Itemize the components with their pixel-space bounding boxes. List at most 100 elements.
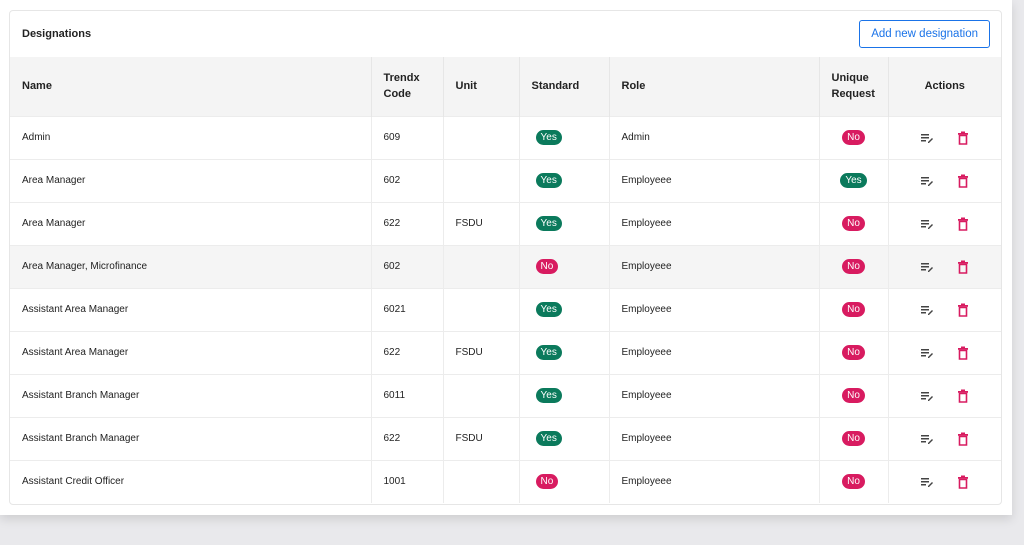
column-header-unique-request: Unique Request (819, 57, 889, 116)
cell-role: Employeee (609, 287, 820, 331)
cell-unique-request: Yes (819, 158, 889, 202)
unique-request-badge: No (842, 474, 865, 489)
unique-request-badge: No (842, 130, 865, 145)
cell-actions (888, 287, 1001, 331)
trash-icon[interactable] (955, 388, 971, 404)
unique-request-badge: No (842, 388, 865, 403)
cell-unique-request: No (819, 330, 889, 374)
edit-list-icon[interactable] (919, 302, 935, 318)
cell-actions (888, 244, 1001, 288)
edit-list-icon[interactable] (919, 173, 935, 189)
table-row: Admin 609 Yes Admin No (10, 115, 1001, 159)
cell-trendx-code: 622 (371, 201, 444, 245)
cell-unit (443, 373, 520, 417)
cell-name: Assistant Branch Manager (10, 373, 372, 417)
standard-badge: Yes (535, 431, 562, 446)
trash-icon[interactable] (955, 130, 971, 146)
trash-icon[interactable] (955, 474, 971, 490)
cell-role: Employeee (609, 244, 820, 288)
cell-standard: Yes (519, 115, 610, 159)
cell-role: Employeee (609, 201, 820, 245)
edit-list-icon[interactable] (919, 388, 935, 404)
standard-badge: No (535, 259, 559, 274)
cell-standard: Yes (519, 373, 610, 417)
designations-card: Designations Add new designation Name Tr… (0, 0, 1012, 515)
cell-actions (888, 158, 1001, 202)
cell-actions (888, 459, 1001, 503)
unique-request-badge: No (842, 345, 865, 360)
cell-standard: Yes (519, 158, 610, 202)
unique-request-badge: Yes (840, 173, 867, 188)
row-actions (901, 388, 990, 404)
cell-trendx-code: 622 (371, 416, 444, 460)
table-row: Area Manager 622 FSDU Yes Employeee No (10, 201, 1001, 245)
standard-badge: Yes (535, 216, 562, 231)
standard-badge: Yes (535, 388, 562, 403)
trash-icon[interactable] (955, 173, 971, 189)
cell-trendx-code: 609 (371, 115, 444, 159)
cell-unique-request: No (819, 115, 889, 159)
edit-list-icon[interactable] (919, 474, 935, 490)
cell-unique-request: No (819, 373, 889, 417)
column-header-role: Role (609, 57, 820, 116)
unique-request-badge: No (842, 302, 865, 317)
cell-name: Assistant Branch Manager (10, 416, 372, 460)
table-row: Assistant Area Manager 6021 Yes Employee… (10, 287, 1001, 331)
trash-icon[interactable] (955, 216, 971, 232)
cell-unique-request: No (819, 244, 889, 288)
cell-unit (443, 459, 520, 503)
standard-badge: Yes (535, 130, 562, 145)
cell-standard: Yes (519, 330, 610, 374)
cell-name: Area Manager, Microfinance (10, 244, 372, 288)
column-header-unit: Unit (443, 57, 520, 116)
cell-standard: Yes (519, 416, 610, 460)
cell-unit: FSDU (443, 201, 520, 245)
cell-unit (443, 244, 520, 288)
standard-badge: Yes (535, 302, 562, 317)
trash-icon[interactable] (955, 345, 971, 361)
cell-trendx-code: 6021 (371, 287, 444, 331)
edit-list-icon[interactable] (919, 345, 935, 361)
cell-actions (888, 201, 1001, 245)
edit-list-icon[interactable] (919, 259, 935, 275)
cell-role: Admin (609, 115, 820, 159)
cell-trendx-code: 602 (371, 158, 444, 202)
trash-icon[interactable] (955, 302, 971, 318)
row-actions (901, 216, 990, 232)
add-new-designation-button[interactable]: Add new designation (859, 20, 990, 48)
cell-actions (888, 373, 1001, 417)
cell-role: Employeee (609, 416, 820, 460)
cell-standard: No (519, 244, 610, 288)
cell-unique-request: No (819, 459, 889, 503)
edit-list-icon[interactable] (919, 431, 935, 447)
cell-role: Employeee (609, 158, 820, 202)
cell-unique-request: No (819, 287, 889, 331)
column-header-name: Name (10, 57, 372, 116)
edit-list-icon[interactable] (919, 216, 935, 232)
edit-list-icon[interactable] (919, 130, 935, 146)
cell-name: Assistant Area Manager (10, 287, 372, 331)
panel-header: Designations Add new designation (10, 11, 1001, 57)
unique-request-badge: No (842, 431, 865, 446)
row-actions (901, 173, 990, 189)
trash-icon[interactable] (955, 259, 971, 275)
cell-actions (888, 330, 1001, 374)
column-header-trendx-code: Trendx Code (371, 57, 444, 116)
cell-unit: FSDU (443, 330, 520, 374)
table-row: Area Manager 602 Yes Employeee Yes (10, 158, 1001, 202)
cell-role: Employeee (609, 373, 820, 417)
table-row: Area Manager, Microfinance 602 No Employ… (10, 244, 1001, 288)
standard-badge: No (535, 474, 559, 489)
cell-name: Assistant Credit Officer (10, 459, 372, 503)
cell-actions (888, 115, 1001, 159)
row-actions (901, 259, 990, 275)
designations-table: Name Trendx Code Unit Standard Role Uniqu… (10, 57, 1001, 503)
cell-role: Employeee (609, 330, 820, 374)
table-row: Assistant Branch Manager 6011 Yes Employ… (10, 373, 1001, 417)
cell-trendx-code: 602 (371, 244, 444, 288)
trash-icon[interactable] (955, 431, 971, 447)
cell-unique-request: No (819, 201, 889, 245)
designations-panel: Designations Add new designation Name Tr… (9, 10, 1002, 505)
cell-actions (888, 416, 1001, 460)
cell-trendx-code: 6011 (371, 373, 444, 417)
